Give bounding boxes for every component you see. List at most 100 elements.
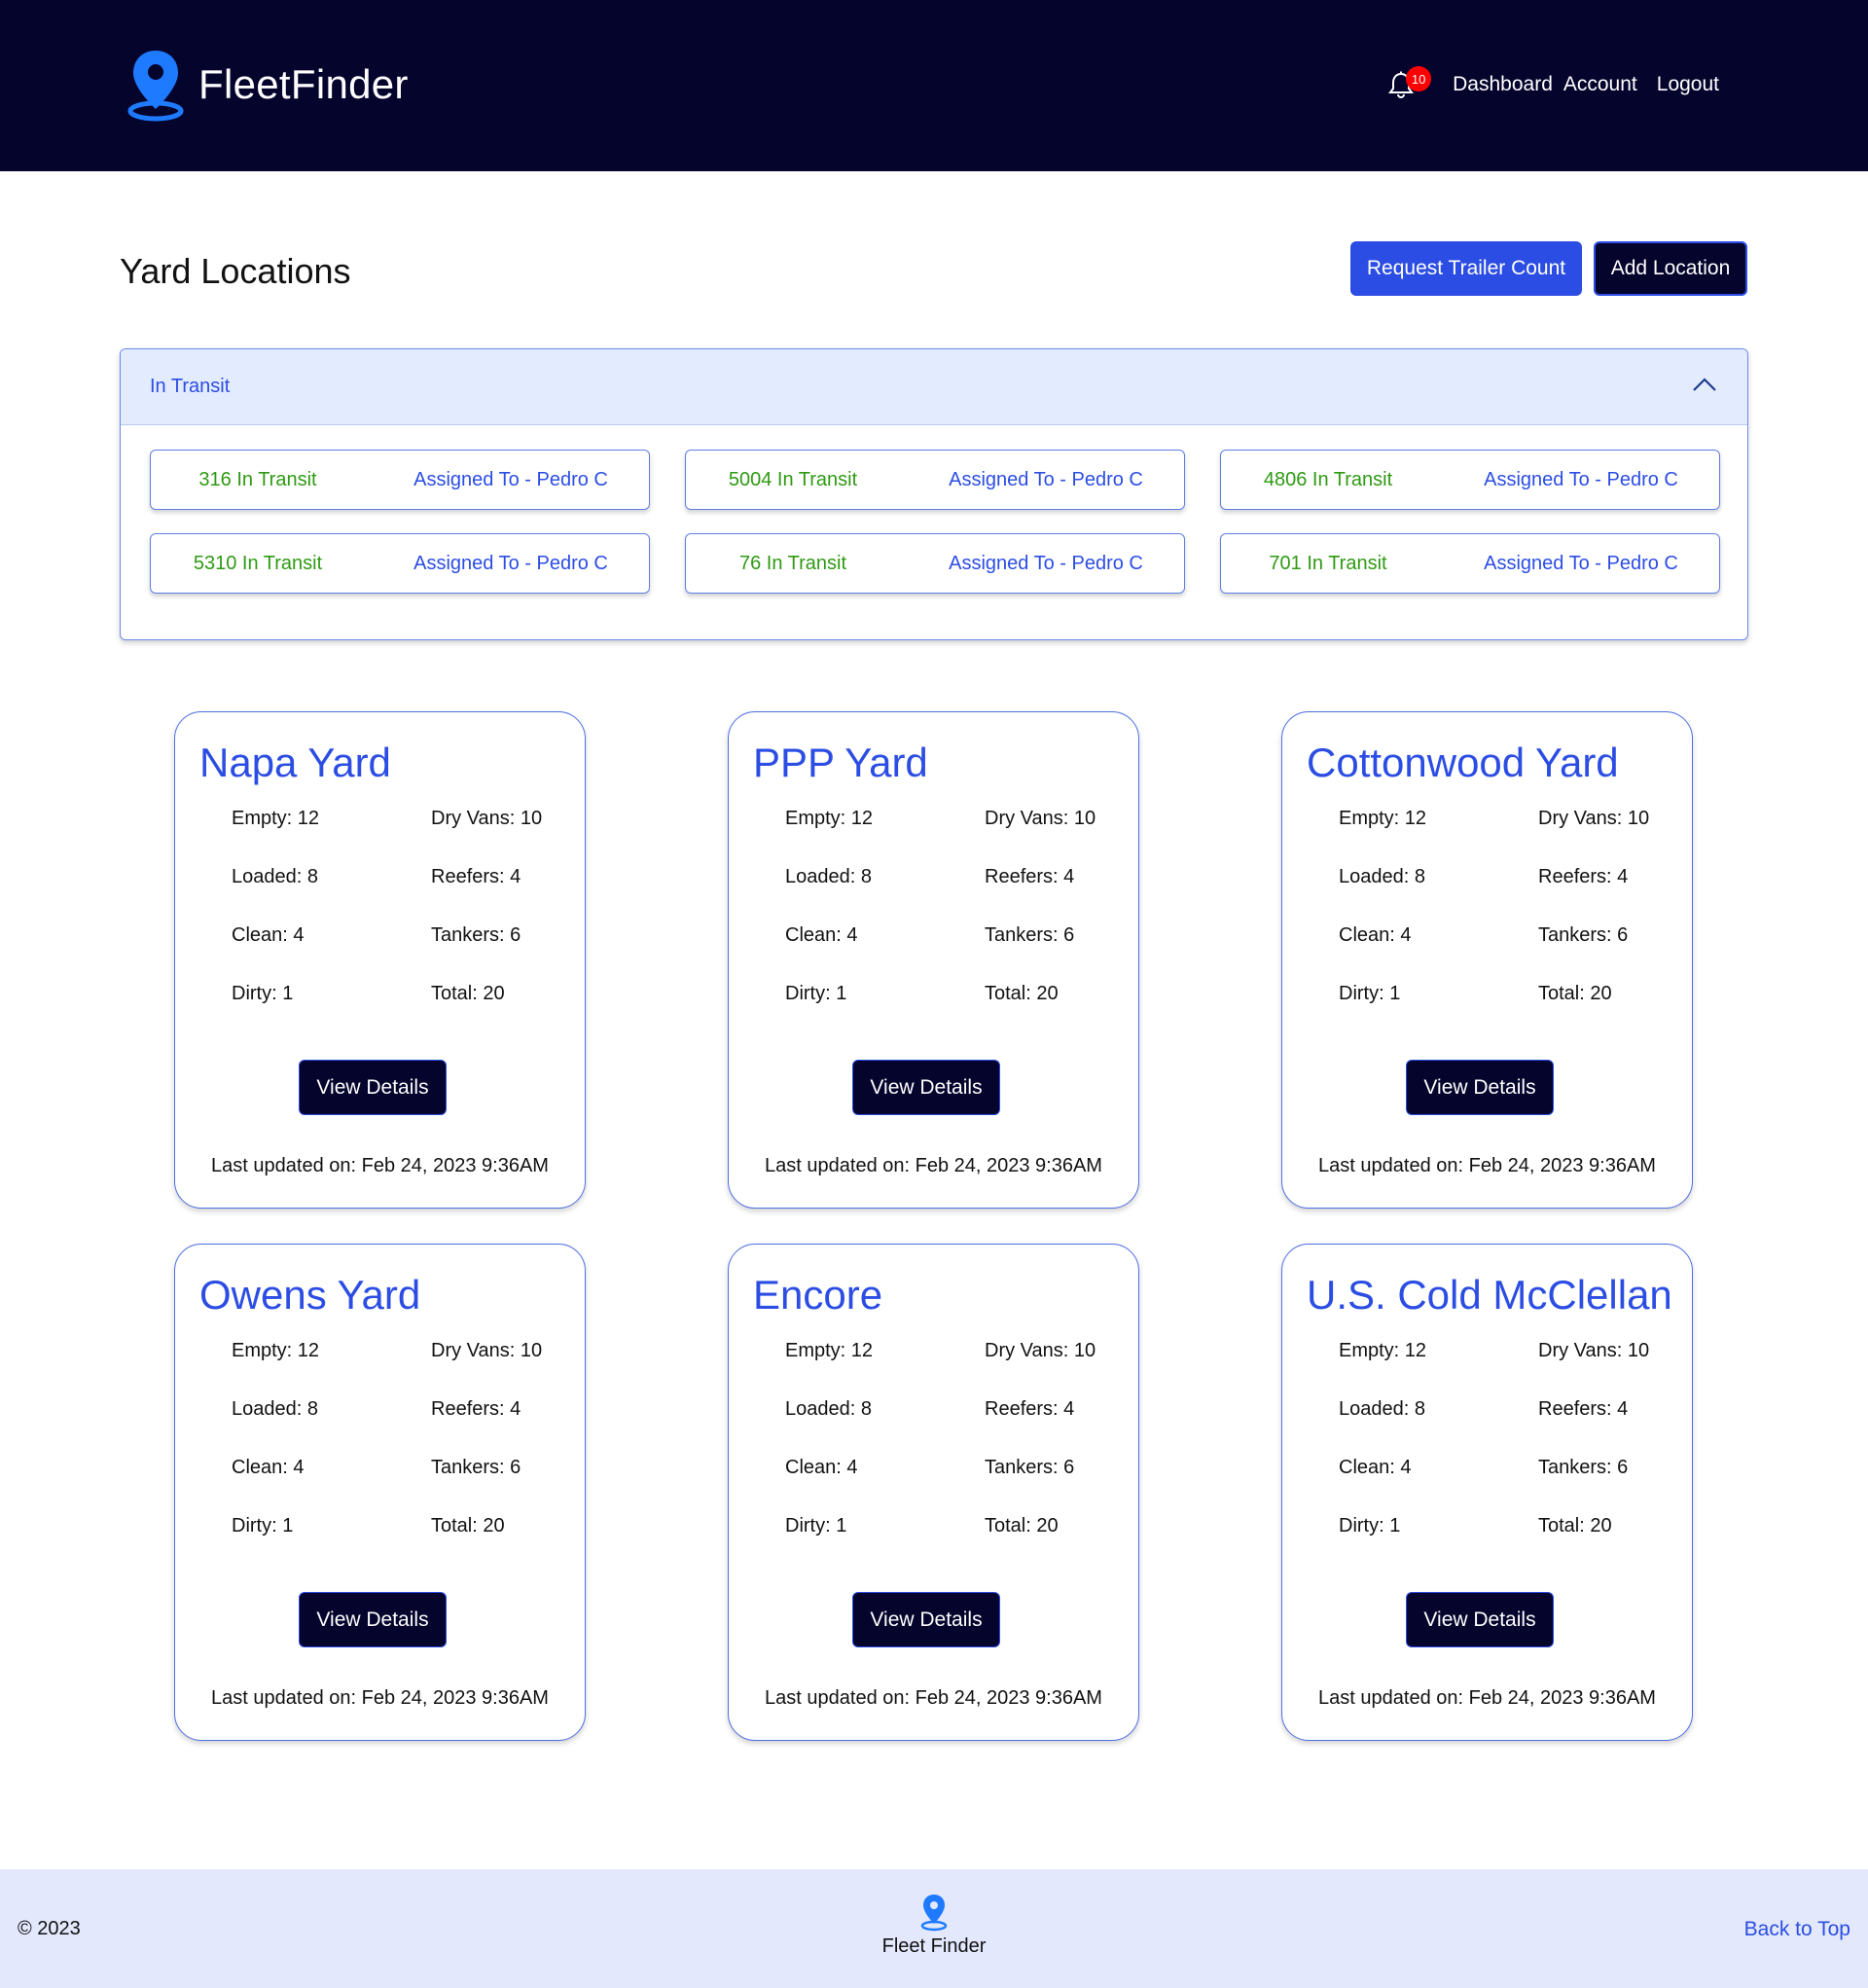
stat-reefers: Reefers: 4 [985,866,1075,887]
yard-name: Cottonwood Yard [1307,740,1619,785]
map-pin-icon [920,1895,948,1932]
yard-name: Encore [753,1272,883,1318]
stat-loaded: Loaded: 8 [1339,1398,1425,1420]
transit-assignee: Assigned To - Pedro C [1484,552,1678,574]
view-details-button[interactable]: View Details [299,1060,447,1115]
stat-reefers: Reefers: 4 [985,1398,1075,1420]
accordion-title: In Transit [150,376,231,397]
yard-stats: Empty: 12 Dry Vans: 10 Loaded: 8 Reefers… [1339,807,1670,1040]
nav-dashboard-link[interactable]: Dashboard [1453,73,1553,96]
stat-total: Total: 20 [431,1515,505,1536]
stat-tankers: Tankers: 6 [985,924,1075,946]
last-updated-text: Last updated on: Feb 24, 2023 9:36AM [1318,1687,1656,1709]
accordion-toggle[interactable] [1691,376,1718,398]
footer: © 2023 Fleet Finder Back to Top [0,1869,1868,1988]
transit-trailer-id: 76 In Transit [738,552,847,574]
yard-stats: Empty: 12 Dry Vans: 10 Loaded: 8 Reefers… [785,807,1116,1040]
view-details-button[interactable]: View Details [852,1060,1000,1115]
transit-assignee: Assigned To - Pedro C [949,552,1143,574]
notification-bell[interactable]: 10 [1386,66,1432,99]
view-details-button[interactable]: View Details [1406,1060,1554,1115]
view-details-button[interactable]: View Details [1406,1592,1554,1647]
nav-account-link[interactable]: Account [1563,73,1637,96]
stat-empty: Empty: 12 [232,808,320,829]
last-updated-text: Last updated on: Feb 24, 2023 9:36AM [765,1155,1102,1176]
stat-reefers: Reefers: 4 [1538,866,1629,887]
add-location-button[interactable]: Add Location [1594,241,1747,296]
transit-assignee: Assigned To - Pedro C [1484,468,1678,490]
stat-empty: Empty: 12 [1339,1340,1427,1361]
yard-name: Napa Yard [199,740,391,785]
request-trailer-count-button[interactable]: Request Trailer Count [1350,241,1582,296]
top-nav: 10 Dashboard Account Logout [1386,66,1719,99]
transit-item[interactable]: 701 In Transit Assigned To - Pedro C [1220,533,1720,594]
stat-dirty: Dirty: 1 [785,1515,847,1536]
transit-item[interactable]: 5310 In Transit Assigned To - Pedro C [150,533,650,594]
yard-card: Cottonwood Yard Empty: 12 Dry Vans: 10 L… [1281,711,1693,1209]
stat-dirty: Dirty: 1 [1339,1515,1401,1536]
nav-logout-link[interactable]: Logout [1657,73,1719,96]
stat-total: Total: 20 [431,983,505,1004]
stat-dirty: Dirty: 1 [232,1515,294,1536]
map-pin-icon [127,51,184,122]
yard-card: PPP Yard Empty: 12 Dry Vans: 10 Loaded: … [728,711,1139,1209]
transit-item[interactable]: 5004 In Transit Assigned To - Pedro C [685,450,1185,510]
transit-item[interactable]: 76 In Transit Assigned To - Pedro C [685,533,1185,594]
in-transit-list: 316 In Transit Assigned To - Pedro C 500… [150,450,1720,594]
stat-dry-vans: Dry Vans: 10 [985,1340,1096,1361]
stat-tankers: Tankers: 6 [1538,924,1629,946]
last-updated-text: Last updated on: Feb 24, 2023 9:36AM [211,1155,549,1176]
stat-dry-vans: Dry Vans: 10 [1538,1340,1650,1361]
back-to-top-link[interactable]: Back to Top [1744,1918,1850,1941]
footer-brand-name: Fleet Finder [881,1935,987,1957]
stat-dry-vans: Dry Vans: 10 [985,808,1096,829]
stat-loaded: Loaded: 8 [232,1398,318,1420]
transit-item[interactable]: 316 In Transit Assigned To - Pedro C [150,450,650,510]
yard-card: Encore Empty: 12 Dry Vans: 10 Loaded: 8 … [728,1244,1139,1741]
stat-reefers: Reefers: 4 [431,866,521,887]
last-updated-text: Last updated on: Feb 24, 2023 9:36AM [211,1687,549,1709]
stat-total: Total: 20 [1538,1515,1612,1536]
yard-name: U.S. Cold McClellan [1307,1272,1672,1318]
stat-total: Total: 20 [985,1515,1059,1536]
stat-dry-vans: Dry Vans: 10 [1538,808,1650,829]
stat-clean: Clean: 4 [785,924,858,946]
yard-card: U.S. Cold McClellan Empty: 12 Dry Vans: … [1281,1244,1693,1741]
stat-loaded: Loaded: 8 [232,866,318,887]
yard-card: Napa Yard Empty: 12 Dry Vans: 10 Loaded:… [174,711,586,1209]
yard-stats: Empty: 12 Dry Vans: 10 Loaded: 8 Reefers… [1339,1339,1670,1572]
brand-name: FleetFinder [198,61,409,107]
stat-total: Total: 20 [985,983,1059,1004]
stat-clean: Clean: 4 [232,924,305,946]
stat-loaded: Loaded: 8 [785,866,872,887]
transit-trailer-id: 5310 In Transit [193,552,323,574]
stat-dirty: Dirty: 1 [785,983,847,1004]
stat-empty: Empty: 12 [785,808,874,829]
yard-stats: Empty: 12 Dry Vans: 10 Loaded: 8 Reefers… [232,1339,562,1572]
stat-reefers: Reefers: 4 [431,1398,521,1420]
transit-trailer-id: 4806 In Transit [1263,468,1393,490]
stat-dirty: Dirty: 1 [232,983,294,1004]
view-details-button[interactable]: View Details [299,1592,447,1647]
yard-card: Owens Yard Empty: 12 Dry Vans: 10 Loaded… [174,1244,586,1741]
stat-clean: Clean: 4 [1339,1457,1412,1478]
transit-trailer-id: 701 In Transit [1269,552,1387,574]
stat-loaded: Loaded: 8 [1339,866,1425,887]
chevron-up-icon [1693,378,1716,391]
in-transit-accordion: In Transit 316 In Transit Assigned To - … [120,348,1748,640]
yard-stats: Empty: 12 Dry Vans: 10 Loaded: 8 Reefers… [232,807,562,1040]
stat-clean: Clean: 4 [785,1457,858,1478]
stat-tankers: Tankers: 6 [431,1457,521,1478]
yard-cards-grid: Napa Yard Empty: 12 Dry Vans: 10 Loaded:… [174,711,1694,1741]
stat-clean: Clean: 4 [232,1457,305,1478]
view-details-button[interactable]: View Details [852,1592,1000,1647]
transit-trailer-id: 5004 In Transit [728,468,858,490]
stat-reefers: Reefers: 4 [1538,1398,1629,1420]
stat-clean: Clean: 4 [1339,924,1412,946]
transit-assignee: Assigned To - Pedro C [413,552,608,574]
accordion-header[interactable]: In Transit [121,349,1747,425]
brand-logo[interactable]: FleetFinder [126,47,409,123]
stat-total: Total: 20 [1538,983,1612,1004]
yard-name: PPP Yard [753,740,928,785]
transit-item[interactable]: 4806 In Transit Assigned To - Pedro C [1220,450,1720,510]
